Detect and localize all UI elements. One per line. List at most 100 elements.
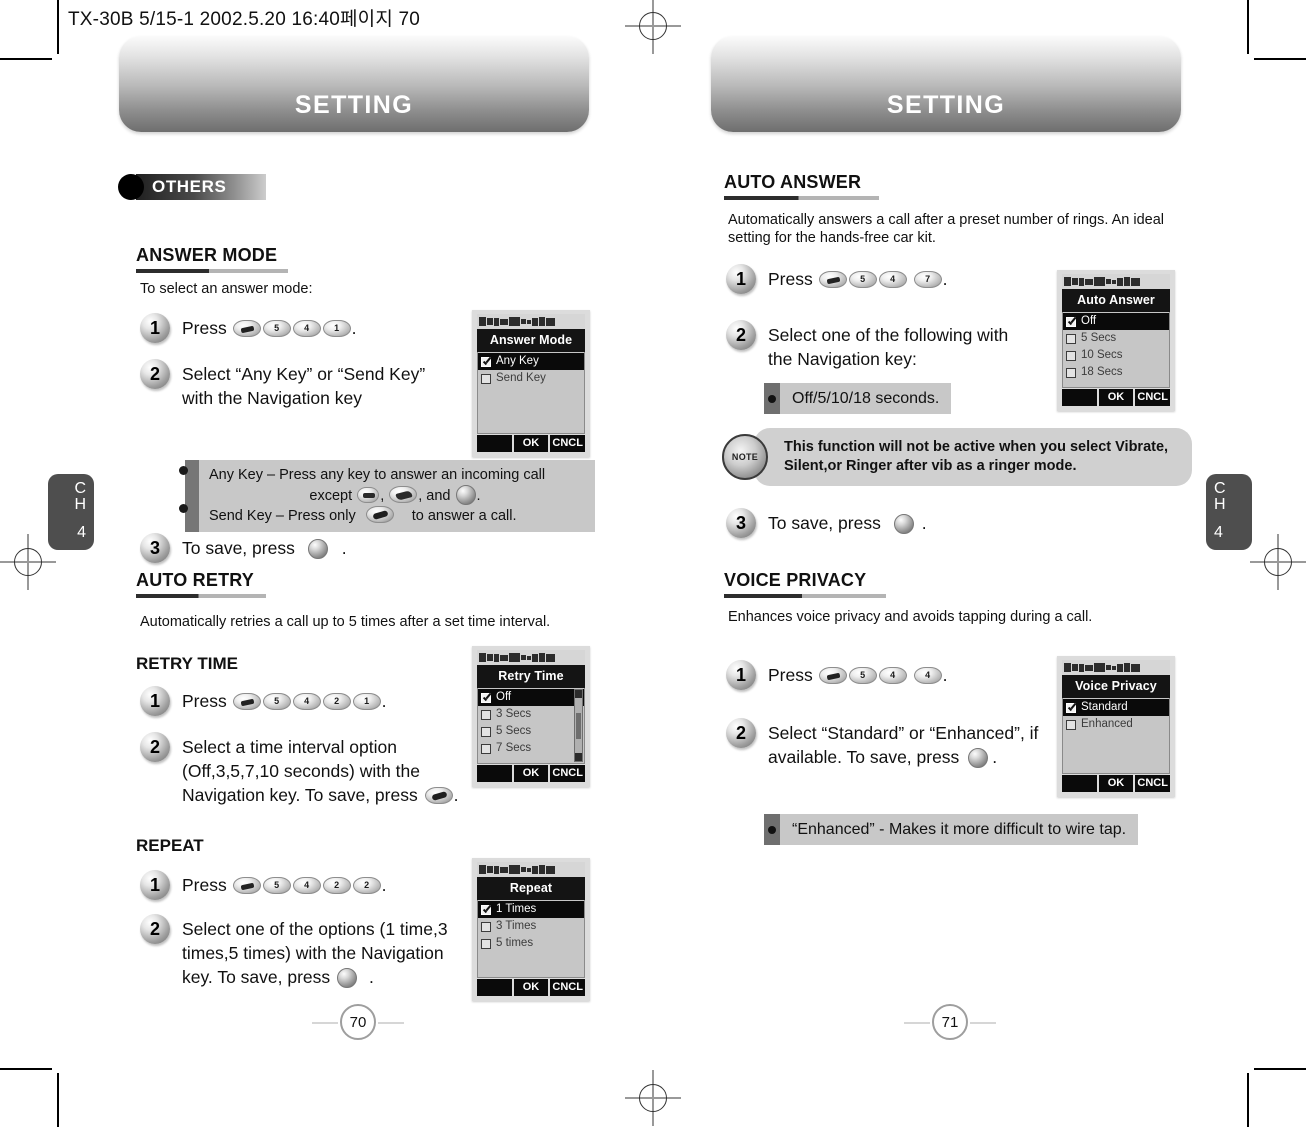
softkey-ok[interactable]: OK xyxy=(511,765,549,782)
phone-status-bar xyxy=(477,862,585,877)
phone-option-label: 18 Secs xyxy=(1081,366,1123,378)
phone-option-row[interactable]: 7 Secs xyxy=(478,740,584,757)
phone-option-row[interactable]: 5 times xyxy=(478,935,584,952)
scroll-down-arrow-icon[interactable] xyxy=(575,753,582,761)
phone-option-list: Off 5 Secs 10 Secs 18 Secs xyxy=(1062,312,1170,388)
phone-softkey-bar: OK CNCL xyxy=(1062,389,1170,406)
checkbox-icon xyxy=(481,726,491,737)
softkey-cncl[interactable]: CNCL xyxy=(548,979,585,996)
phone-option-row[interactable]: 3 Secs xyxy=(478,706,584,723)
heading-rule xyxy=(724,196,879,200)
ok-key-icon xyxy=(307,539,328,559)
phone-option-row[interactable]: Off xyxy=(478,689,584,706)
step-repeat-1: 1 Press 5422. xyxy=(140,870,520,900)
callout-line-2: Send Key – Press only to answer a call. xyxy=(209,506,581,526)
callout-edge xyxy=(764,383,780,414)
ok-key-icon xyxy=(893,514,914,534)
chapter-tab-left: C H 4 xyxy=(48,474,94,550)
scroll-up-arrow-icon[interactable] xyxy=(575,690,582,698)
phone-title: Voice Privacy xyxy=(1062,675,1170,698)
checkbox-icon xyxy=(481,373,491,384)
crop-mark-top-left-v xyxy=(57,0,59,54)
step-voice-privacy-1: 1 Press 544. xyxy=(726,660,1086,690)
phone-option-row[interactable]: 5 Secs xyxy=(1063,330,1169,347)
checkbox-checked-icon xyxy=(481,692,491,703)
key-5-icon: 5 xyxy=(848,271,877,288)
step-text: Press 544. xyxy=(768,660,947,687)
softkey-cncl[interactable]: CNCL xyxy=(1133,775,1170,792)
phone-option-row[interactable]: Off xyxy=(1063,313,1169,330)
phone-scrollbar[interactable] xyxy=(574,689,583,762)
phone-option-row[interactable]: 10 Secs xyxy=(1063,347,1169,364)
phone-screen-retry-time: Retry Time Off 3 Secs 5 Secs 7 Secs OK C… xyxy=(472,646,590,787)
phone-status-bar xyxy=(1062,660,1170,675)
step-number-badge: 2 xyxy=(726,320,756,350)
step-number-badge: 1 xyxy=(140,870,170,900)
callout-body: Any Key – Press any key to answer an inc… xyxy=(179,460,595,532)
phone-option-row[interactable]: 5 Secs xyxy=(478,723,584,740)
softkey-ok[interactable]: OK xyxy=(1096,775,1134,792)
callout-bullet-1-icon xyxy=(179,466,188,475)
softkey-ok[interactable]: OK xyxy=(511,435,549,452)
softkey-cncl[interactable]: CNCL xyxy=(548,435,585,452)
page-number-wing-right xyxy=(970,1022,996,1024)
chapter-tab-line-1: C xyxy=(1214,480,1226,497)
page-number-wing-left xyxy=(312,1022,338,1024)
step-text-after: . xyxy=(942,269,948,289)
step-number-badge: 1 xyxy=(726,660,756,690)
answer-mode-callout: Any Key – Press any key to answer an inc… xyxy=(179,460,595,532)
phone-screen-voice-privacy: Voice Privacy Standard Enhanced OK CNCL xyxy=(1057,656,1175,797)
callout-line-1: Any Key – Press any key to answer an inc… xyxy=(209,466,581,485)
phone-option-row[interactable]: Send Key xyxy=(478,370,584,387)
phone-softkey-bar: OK CNCL xyxy=(1062,775,1170,792)
chapter-tab-line-2: H xyxy=(1214,496,1226,513)
step-number-badge: 2 xyxy=(140,732,170,762)
others-section-tag: OTHERS xyxy=(118,174,266,200)
step-text-before: Press xyxy=(182,875,227,895)
phone-title: Answer Mode xyxy=(477,329,585,352)
softkey-ok[interactable]: OK xyxy=(511,979,549,996)
menu-key-icon xyxy=(232,693,261,710)
key-2-icon: 2 xyxy=(322,693,351,710)
step-auto-answer-2: 2 Select one of the following with the N… xyxy=(726,320,1026,371)
chapter-tab-number: 4 xyxy=(77,524,86,541)
step-text-before: Press xyxy=(768,665,813,685)
phone-option-row[interactable]: 3 Times xyxy=(478,918,584,935)
step-number-badge: 2 xyxy=(140,359,170,389)
phone-status-bar xyxy=(477,314,585,329)
checkbox-icon xyxy=(1066,367,1076,378)
callout-period-text: . xyxy=(476,488,481,504)
step-text-before: Press xyxy=(768,269,813,289)
checkbox-checked-icon xyxy=(1066,702,1076,713)
auto-answer-mini-callout: Off/5/10/18 seconds. xyxy=(764,383,952,414)
page-number-left: 70 xyxy=(340,1004,376,1040)
softkey-ok[interactable]: OK xyxy=(1096,389,1134,406)
callout-bullet-icon xyxy=(768,394,776,403)
section-heading-auto-answer: AUTO ANSWER xyxy=(724,172,879,200)
auto-answer-intro: Automatically answers a call after a pre… xyxy=(728,212,1165,246)
softkey-cncl[interactable]: CNCL xyxy=(548,765,585,782)
step-text-before: Press xyxy=(182,691,227,711)
step-voice-privacy-2: 2 Select “Standard” or “Enhanced”, if av… xyxy=(726,718,1046,769)
step-text: Press 5421. xyxy=(182,686,386,713)
voice-privacy-intro: Enhances voice privacy and avoids tappin… xyxy=(728,609,1093,625)
softkey-cncl[interactable]: CNCL xyxy=(1133,389,1170,406)
phone-option-row[interactable]: 18 Secs xyxy=(1063,364,1169,381)
phone-option-row[interactable]: 1 Times xyxy=(478,901,584,918)
phone-title: Repeat xyxy=(477,877,585,900)
callout-and-text: , and xyxy=(418,488,451,504)
step-answer-mode-2: 2 Select “Any Key” or “Send Key” with th… xyxy=(140,359,440,410)
step-text-after: . xyxy=(453,785,459,805)
phone-option-row[interactable]: Any Key xyxy=(478,353,584,370)
auto-retry-heading-text: AUTO RETRY xyxy=(136,570,255,590)
page-number-right: 71 xyxy=(932,1004,968,1040)
phone-option-row[interactable]: Enhanced xyxy=(1063,716,1169,733)
callout-except-text: except xyxy=(309,488,353,504)
scroll-thumb[interactable] xyxy=(576,712,581,739)
sub-heading-repeat: REPEAT xyxy=(136,836,204,855)
ok-key-icon xyxy=(455,485,476,505)
step-text-after: . xyxy=(351,318,357,338)
callout-body: “Enhanced” - Makes it more difficult to … xyxy=(780,814,1139,845)
phone-option-label: 5 Secs xyxy=(496,725,532,737)
phone-option-row[interactable]: Standard xyxy=(1063,699,1169,716)
